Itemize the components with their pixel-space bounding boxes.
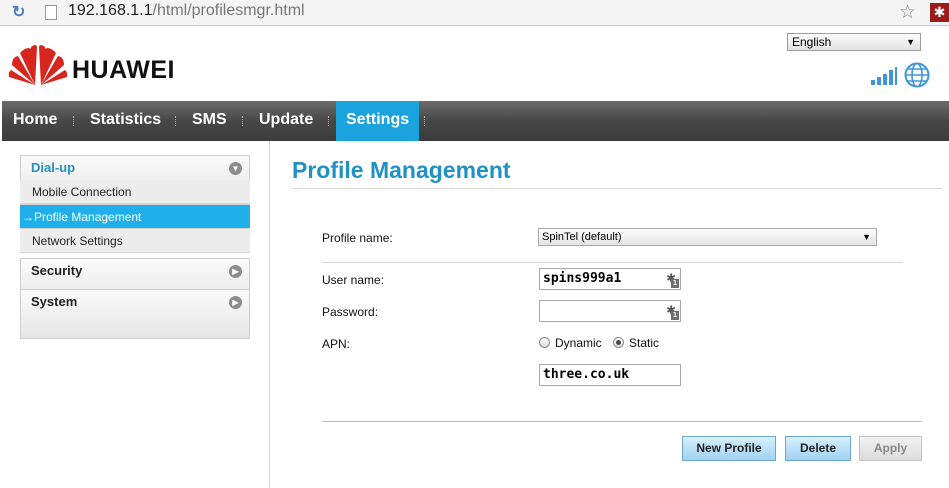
extension-icon[interactable]: ✱ — [930, 3, 949, 22]
reload-icon[interactable]: ↻ — [12, 4, 30, 22]
nav-sms[interactable]: SMS — [192, 101, 227, 141]
apn-dynamic-radio[interactable] — [539, 337, 550, 348]
apn-dynamic-label: Dynamic — [555, 336, 602, 350]
sidebar-group-system[interactable]: System ▶ — [20, 289, 250, 339]
new-profile-button[interactable]: New Profile — [682, 436, 776, 461]
profile-name-select[interactable]: SpinTel (default) ▼ — [538, 228, 877, 246]
chevron-right-icon: ▶ — [229, 265, 242, 278]
language-select[interactable]: English ▼ — [787, 33, 921, 51]
apn-input[interactable]: three.co.uk — [539, 364, 681, 386]
user-name-label: User name: — [322, 273, 385, 287]
user-name-value: spins999a1 — [543, 271, 622, 286]
address-bar[interactable]: 192.168.1.1/html/profilesmgr.html — [68, 2, 305, 20]
globe-icon — [904, 62, 930, 88]
sidebar-item-network-settings[interactable]: Network Settings — [20, 229, 250, 253]
password-label: Password: — [322, 305, 379, 319]
chevron-down-icon: ▼ — [862, 232, 871, 242]
password-manager-icon[interactable]: ✱ 1 — [664, 270, 679, 288]
sidebar-group-label: System — [31, 294, 78, 309]
url-path: /html/profilesmgr.html — [152, 2, 305, 19]
sidebar-group-label: Dial-up — [31, 160, 76, 175]
nav-statistics[interactable]: Statistics — [90, 101, 161, 141]
apply-button[interactable]: Apply — [859, 436, 922, 461]
divider — [269, 141, 270, 488]
browser-toolbar: ↻ 192.168.1.1/html/profilesmgr.html ☆ ✱ — [0, 0, 949, 26]
user-name-input[interactable]: spins999a1 ✱ 1 — [539, 268, 681, 290]
page-icon — [45, 5, 57, 20]
apn-label: APN: — [322, 337, 351, 351]
delete-button[interactable]: Delete — [785, 436, 851, 461]
main-nav: Home Statistics SMS Update Settings — [2, 101, 949, 141]
chevron-down-icon: ▼ — [906, 37, 915, 47]
apn-value: three.co.uk — [543, 367, 630, 382]
password-input[interactable]: ✱ 1 — [539, 300, 681, 322]
nav-separator — [242, 116, 244, 126]
nav-home[interactable]: Home — [13, 101, 57, 141]
nav-update[interactable]: Update — [259, 101, 313, 141]
profile-name-label: Profile name: — [322, 231, 393, 245]
divider — [322, 262, 903, 263]
nav-separator — [328, 116, 330, 126]
apn-static-label: Static — [629, 336, 660, 350]
language-value: English — [792, 35, 832, 49]
profile-name-value: SpinTel (default) — [542, 231, 622, 243]
divider — [292, 188, 942, 189]
signal-strength-icon — [871, 67, 897, 85]
sidebar-group-label: Security — [31, 263, 83, 278]
nav-separator — [175, 116, 177, 126]
sidebar-item-profile-management[interactable]: →Profile Management — [20, 205, 250, 229]
divider — [322, 421, 922, 422]
chevron-right-icon: ▶ — [229, 296, 242, 309]
nav-separator — [73, 116, 75, 126]
page-title: Profile Management — [292, 157, 511, 183]
sidebar-item-mobile-connection[interactable]: Mobile Connection — [20, 180, 250, 204]
nav-settings[interactable]: Settings — [336, 101, 419, 141]
huawei-logo-icon — [8, 45, 68, 85]
bookmark-star-icon[interactable]: ☆ — [899, 1, 916, 24]
nav-separator — [424, 116, 426, 126]
chevron-down-icon: ▼ — [229, 162, 242, 175]
apn-static-radio[interactable] — [613, 337, 624, 348]
brand-name: HUAWEI — [72, 56, 175, 84]
url-host: 192.168.1.1 — [68, 2, 153, 19]
password-manager-icon[interactable]: ✱ 1 — [664, 302, 679, 320]
